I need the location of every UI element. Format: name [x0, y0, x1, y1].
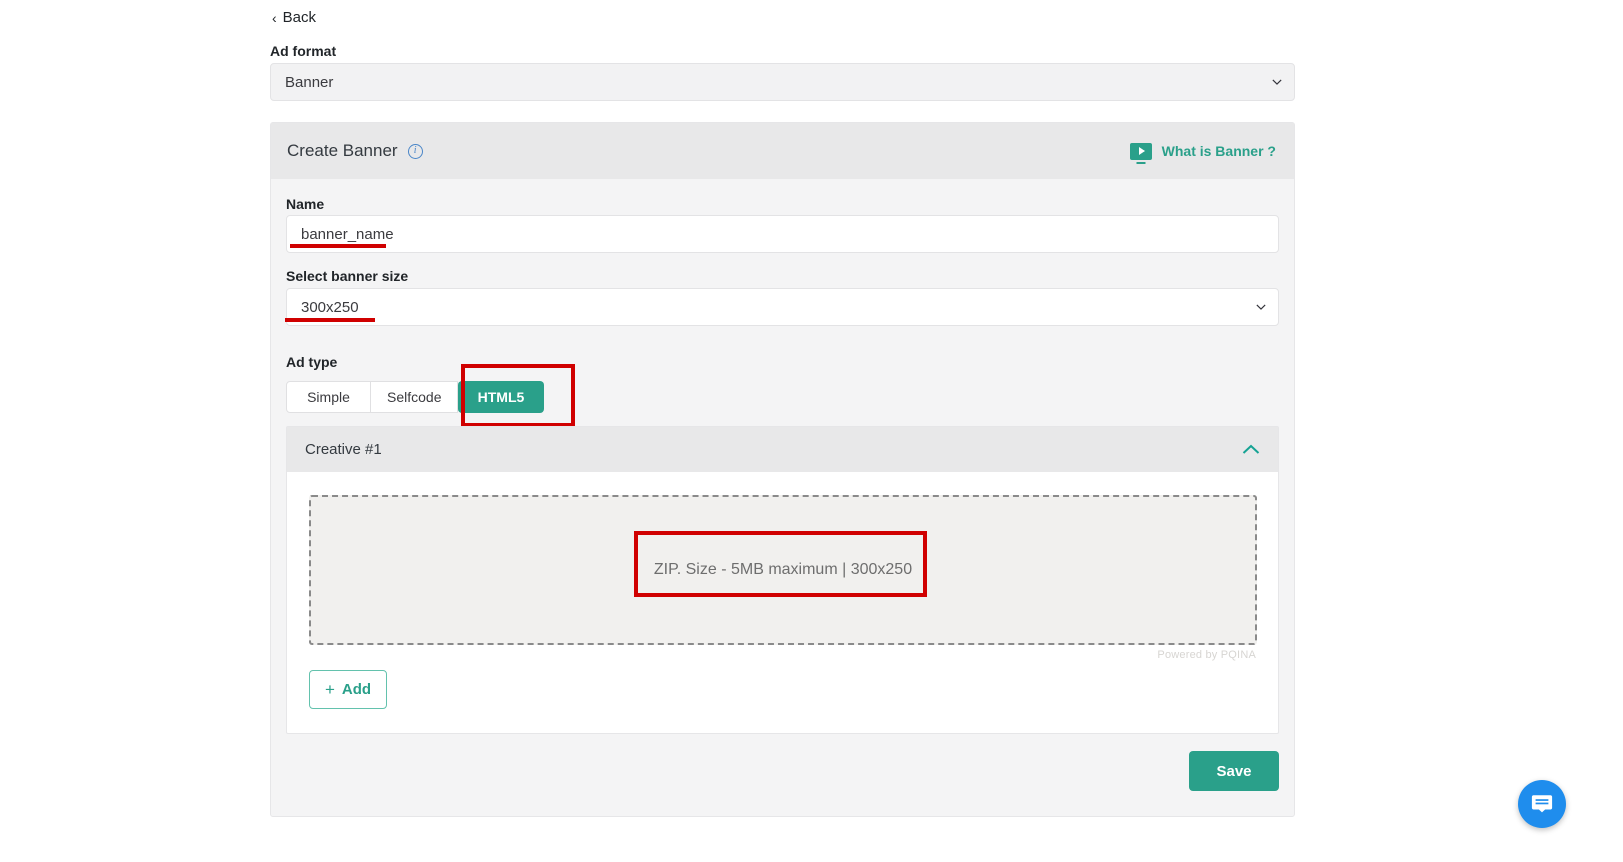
plus-icon: +: [325, 681, 335, 698]
save-button[interactable]: Save: [1189, 751, 1279, 791]
info-icon[interactable]: i: [408, 144, 423, 159]
banner-size-select[interactable]: 300x250: [286, 288, 1279, 326]
powered-by-label: Powered by PQINA: [1157, 649, 1256, 661]
ad-format-value: Banner: [285, 74, 333, 91]
banner-size-label: Select banner size: [286, 268, 408, 284]
tab-selfcode[interactable]: Selfcode: [371, 381, 458, 413]
what-is-banner-link[interactable]: What is Banner ?: [1130, 143, 1276, 160]
chevron-down-icon: [1272, 77, 1282, 87]
banner-name-input[interactable]: [286, 215, 1279, 253]
add-button-label: Add: [342, 681, 371, 698]
creative-panel: Creative #1 ZIP. Size - 5MB maximum | 30…: [286, 426, 1279, 734]
back-link[interactable]: ‹ Back: [270, 6, 318, 29]
name-label: Name: [286, 196, 324, 212]
dropzone-label: ZIP. Size - 5MB maximum | 300x250: [654, 561, 912, 579]
annotation-underline-name: [290, 244, 386, 248]
ad-type-label: Ad type: [286, 354, 337, 370]
ad-format-label: Ad format: [270, 43, 336, 59]
back-label: Back: [283, 9, 316, 26]
chevron-up-icon[interactable]: [1242, 444, 1260, 455]
what-is-banner-label: What is Banner ?: [1162, 143, 1276, 159]
page-title: Create Banner: [287, 141, 398, 161]
annotation-underline-banner-size: [285, 318, 375, 322]
chevron-left-icon: ‹: [272, 11, 277, 25]
chat-launcher-button[interactable]: [1518, 780, 1566, 828]
creative-title: Creative #1: [305, 441, 382, 458]
ad-type-tabs: Simple Selfcode HTML5: [286, 381, 544, 413]
chat-bubble-icon: [1530, 792, 1554, 816]
banner-size-value: 300x250: [301, 299, 359, 316]
ad-format-select[interactable]: Banner: [270, 63, 1295, 101]
page-root: ‹ Back Ad format Banner Create Banner i …: [0, 0, 1623, 862]
chevron-down-icon: [1256, 302, 1266, 312]
tab-simple[interactable]: Simple: [286, 381, 371, 413]
add-creative-button[interactable]: + Add: [309, 670, 387, 709]
tab-html5[interactable]: HTML5: [458, 381, 544, 413]
video-play-icon: [1130, 143, 1152, 160]
creative-header[interactable]: Creative #1: [287, 427, 1278, 472]
create-banner-header: Create Banner i What is Banner ?: [271, 123, 1294, 179]
file-dropzone[interactable]: ZIP. Size - 5MB maximum | 300x250: [309, 495, 1257, 645]
